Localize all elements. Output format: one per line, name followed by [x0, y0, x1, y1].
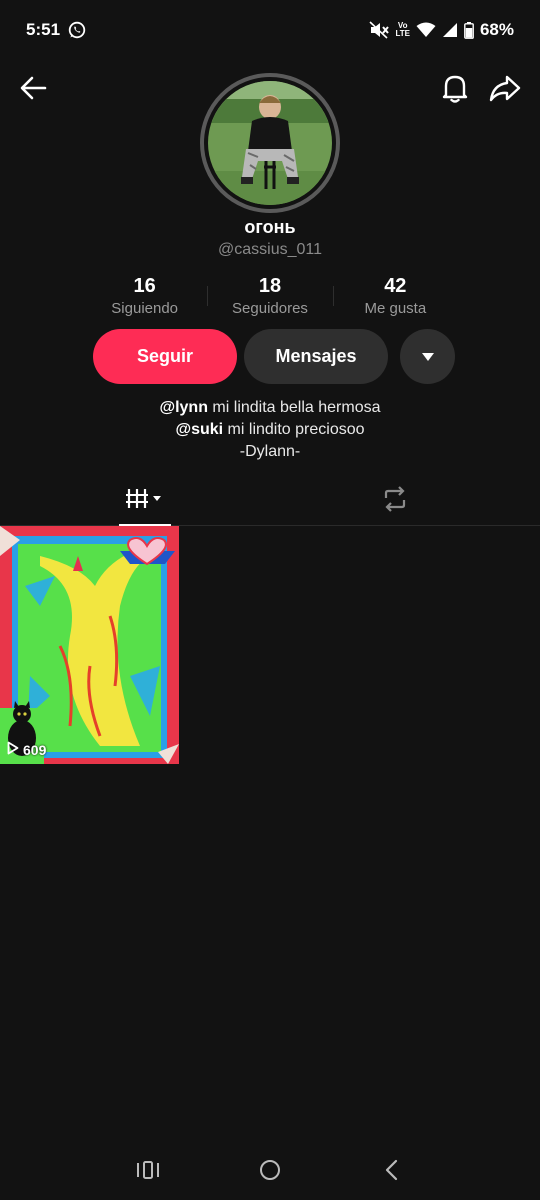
display-name: огонь: [244, 217, 296, 237]
whatsapp-icon: [68, 21, 86, 39]
username: @cassius_011: [218, 241, 322, 258]
signal-icon: [442, 22, 458, 38]
video-thumbnail-image: [0, 526, 179, 764]
more-options-button[interactable]: [400, 329, 455, 384]
share-icon[interactable]: [488, 72, 522, 104]
bio-line-2-text: mi lindito preciosoo: [223, 421, 365, 438]
bio-line-1-text: mi lindita bella hermosa: [207, 399, 381, 416]
bell-icon[interactable]: [440, 72, 470, 104]
mute-icon: [369, 21, 390, 39]
tab-videos[interactable]: [119, 476, 171, 526]
back-icon[interactable]: [382, 1158, 402, 1182]
stat-following-count: 16: [133, 275, 156, 297]
stat-following-label: Siguiendo: [111, 300, 179, 317]
bio: @lynn mi lindita bella hermosa @suki mi …: [0, 397, 540, 463]
volte-icon: Vo LTE: [395, 22, 410, 38]
bio-mention-suki[interactable]: @suki: [175, 421, 223, 438]
battery-percent: 68%: [479, 20, 514, 39]
status-bar: 5:51 Vo LTE 68%: [0, 0, 540, 60]
stat-following[interactable]: 16 Siguiendo: [82, 274, 207, 320]
stat-followers[interactable]: 18 Seguidores: [207, 274, 332, 320]
status-left: 5:51: [26, 20, 86, 40]
status-right: Vo LTE 68%: [369, 20, 514, 40]
avatar-ring[interactable]: [200, 73, 340, 213]
caret-down-icon: [421, 346, 435, 367]
bio-mention-lynn[interactable]: @lynn: [159, 399, 208, 416]
tab-reposts[interactable]: [370, 476, 420, 526]
back-arrow-icon[interactable]: [18, 72, 50, 104]
recents-icon[interactable]: [135, 1158, 161, 1182]
stat-likes[interactable]: 42 Me gusta: [332, 274, 458, 320]
volte-bottom-text: LTE: [395, 29, 410, 38]
stat-likes-label: Me gusta: [364, 300, 427, 317]
stat-followers-count: 18: [258, 275, 282, 297]
stat-followers-label: Seguidores: [232, 300, 308, 317]
home-icon[interactable]: [259, 1159, 281, 1181]
bio-line-2: @suki mi lindito preciosoo: [0, 419, 540, 441]
repost-icon: [381, 485, 409, 517]
android-nav-bar: [0, 1140, 540, 1200]
video-views: 609: [7, 741, 46, 758]
message-button[interactable]: Mensajes: [244, 329, 388, 384]
content-tabs: [0, 476, 540, 526]
wifi-icon: [416, 22, 436, 38]
profile-actions: Seguir Mensajes: [93, 329, 455, 384]
bio-line-1: @lynn mi lindita bella hermosa: [0, 397, 540, 419]
videos-grid-icon: [125, 486, 165, 517]
avatar[interactable]: [208, 81, 332, 205]
profile-stats: 16 Siguiendo 18 Seguidores 42 Me gusta: [82, 274, 458, 320]
video-view-count: 609: [23, 741, 47, 758]
play-icon: [7, 741, 19, 758]
bio-line-3: -Dylann-: [239, 443, 301, 460]
battery-icon: [464, 21, 474, 39]
stat-likes-count: 42: [384, 275, 407, 297]
status-time: 5:51: [26, 20, 61, 39]
follow-button[interactable]: Seguir: [93, 329, 237, 384]
video-thumbnail[interactable]: 609: [0, 526, 179, 764]
